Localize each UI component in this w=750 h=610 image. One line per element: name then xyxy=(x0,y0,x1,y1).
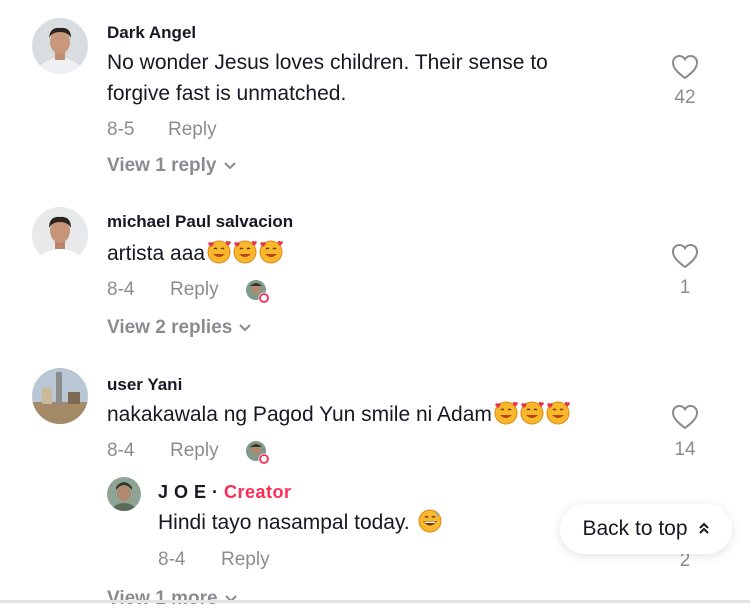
view-replies-label: View 2 replies xyxy=(107,317,233,339)
back-to-top-label: Back to top xyxy=(582,517,688,540)
avatar-michael[interactable] xyxy=(32,207,88,263)
smiling-hearts-emoji xyxy=(257,240,283,265)
comment-date: 8-5 xyxy=(107,119,135,140)
reply-username-line: J O E · Creator xyxy=(158,482,292,503)
reply-text-content: Hindi tayo nasampal today. xyxy=(158,511,410,534)
comment-date: 8-4 xyxy=(107,440,135,461)
reply-button[interactable]: Reply xyxy=(221,549,270,571)
chevron-down-icon xyxy=(224,588,238,610)
avatar-user-yani[interactable] xyxy=(32,368,88,424)
view-more-label: View 1 more xyxy=(107,588,218,610)
reply-username[interactable]: J O E xyxy=(158,482,207,502)
comment-text: artista aaa xyxy=(107,238,283,269)
smiling-hearts-emoji xyxy=(544,401,570,426)
view-replies-button[interactable]: View 1 reply xyxy=(107,155,237,177)
view-more-button[interactable]: View 1 more xyxy=(107,588,238,610)
view-replies-button[interactable]: View 2 replies xyxy=(107,317,252,339)
avatar-joe-creator[interactable] xyxy=(107,477,141,511)
like-count: 14 xyxy=(674,439,696,460)
smiling-hearts-emoji xyxy=(518,401,544,426)
comment-username[interactable]: user Yani xyxy=(107,375,182,395)
comment-text-content: artista aaa xyxy=(107,242,206,265)
smiling-hearts-emoji xyxy=(492,401,518,426)
separator-dot: · xyxy=(206,482,225,502)
view-replies-label: View 1 reply xyxy=(107,155,217,177)
comment-date: 8-4 xyxy=(107,279,135,300)
reply-button[interactable]: Reply xyxy=(168,119,217,141)
grinning-sweat-emoji xyxy=(416,509,442,534)
comment-text: nakakawala ng Pagod Yun smile ni Adam xyxy=(107,399,570,430)
comment-username[interactable]: michael Paul salvacion xyxy=(107,212,293,232)
creator-liked-avatar xyxy=(244,439,272,472)
double-chevron-up-icon xyxy=(698,517,710,541)
comment-text-content: nakakawala ng Pagod Yun smile ni Adam xyxy=(107,403,492,426)
smiling-hearts-emoji xyxy=(205,240,231,265)
reply-button[interactable]: Reply xyxy=(170,279,219,301)
comment-username[interactable]: Dark Angel xyxy=(107,23,196,43)
smiling-hearts-emoji xyxy=(231,240,257,265)
like-count: 42 xyxy=(674,87,696,108)
chevron-down-icon xyxy=(223,155,237,177)
heart-icon[interactable] xyxy=(671,54,699,85)
chevron-down-icon xyxy=(238,317,252,339)
creator-liked-avatar xyxy=(244,278,272,311)
reply-text: Hindi tayo nasampal today. xyxy=(158,507,442,538)
heart-icon[interactable] xyxy=(671,404,699,435)
avatar-dark-angel[interactable] xyxy=(32,18,88,74)
reply-date: 8-4 xyxy=(158,549,186,570)
comment-text-line: No wonder Jesus loves children. Their se… xyxy=(107,51,548,74)
reply-button[interactable]: Reply xyxy=(170,440,219,462)
creator-badge: Creator xyxy=(224,482,292,502)
comment-text: No wonder Jesus loves children. Their se… xyxy=(107,47,627,109)
like-count: 1 xyxy=(679,277,691,298)
heart-icon[interactable] xyxy=(671,243,699,274)
back-to-top-button[interactable]: Back to top xyxy=(560,504,732,554)
comment-text-line: forgive fast is unmatched. xyxy=(107,82,347,105)
